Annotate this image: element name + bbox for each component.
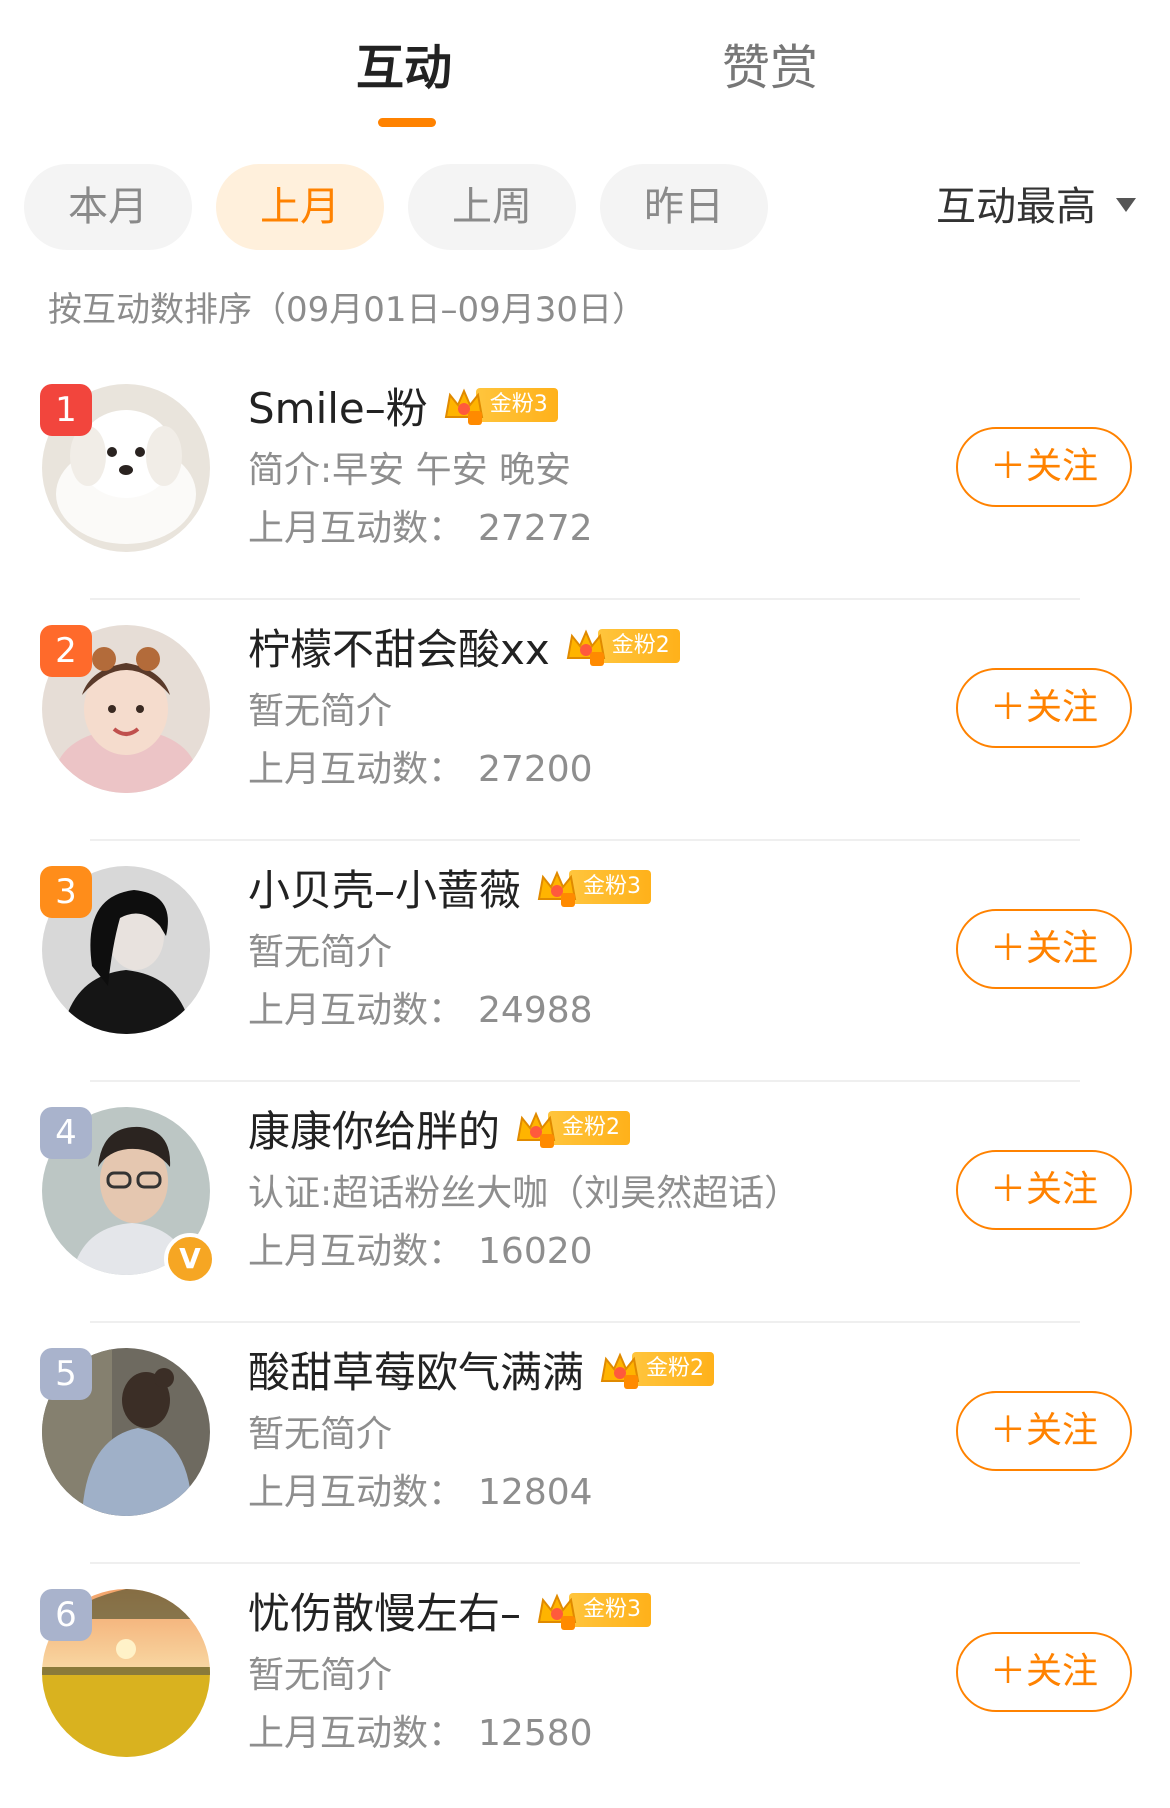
follow-button[interactable]: ＋关注 (956, 1150, 1132, 1230)
active-tab-indicator (378, 118, 436, 127)
list-item[interactable]: 5 酸甜草莓欧气满满 金粉2 暂无简介 上月互动数： 12804 ＋关注 (0, 1326, 1170, 1567)
period-filter: 本月 上月 上周 昨日 互动最高 (0, 164, 1170, 250)
interaction-count-label: 上月互动数： (248, 1472, 465, 1513)
user-name[interactable]: 酸甜草莓欧气满满 (248, 1339, 584, 1400)
tab-reward[interactable]: 赞赏 (722, 36, 818, 100)
sort-hint: 按互动数排序（09月01日–09月30日） (48, 290, 647, 330)
fan-level-label: 金粉2 (548, 1111, 631, 1145)
fan-level-badge: 金粉2 (598, 1350, 715, 1389)
user-bio: 暂无简介 (248, 1414, 393, 1455)
list-item[interactable]: 1 Smile–粉 金粉3 简介:早安 午安 晚安 上月互动数： 27272 ＋关… (0, 362, 1170, 603)
crown-icon (600, 1352, 640, 1389)
list-item[interactable]: 6 忧伤散慢左右– 金粉3 暂无简介 上月互动数： 12580 ＋关注 (0, 1567, 1170, 1808)
crown-icon (537, 870, 577, 907)
sort-dropdown[interactable]: 互动最高 (936, 164, 1136, 250)
interaction-count-label: 上月互动数： (248, 990, 465, 1031)
follow-button[interactable]: ＋关注 (956, 909, 1132, 989)
interaction-count-value: 24988 (478, 990, 593, 1031)
follow-button[interactable]: ＋关注 (956, 1391, 1132, 1471)
rank-badge: 2 (40, 625, 92, 677)
divider (90, 1321, 1080, 1323)
rank-badge: 3 (40, 866, 92, 918)
interaction-count-value: 12804 (478, 1472, 593, 1513)
interaction-count: 上月互动数： 27200 (248, 745, 593, 795)
crown-icon (516, 1111, 556, 1148)
user-bio: 暂无简介 (248, 932, 393, 973)
interaction-count-label: 上月互动数： (248, 508, 465, 549)
rank-badge: 1 (40, 384, 92, 436)
filter-yesterday[interactable]: 昨日 (600, 164, 768, 250)
verified-badge: V (164, 1233, 216, 1285)
follow-button[interactable]: ＋关注 (956, 668, 1132, 748)
fan-level-label: 金粉2 (597, 629, 680, 663)
fan-level-badge: 金粉3 (442, 386, 558, 425)
rank-badge: 4 (40, 1107, 92, 1159)
user-name[interactable]: 小贝壳–小蔷薇 (248, 857, 521, 918)
user-name[interactable]: 忧伤散慢左右– (248, 1580, 521, 1641)
list-item[interactable]: 3 小贝壳–小蔷薇 金粉3 暂无简介 上月互动数： 24988 ＋关注 (0, 844, 1170, 1085)
tab-interaction[interactable]: 互动 (356, 36, 452, 100)
caret-down-icon (1116, 198, 1136, 212)
interaction-count: 上月互动数： 12804 (248, 1468, 593, 1518)
interaction-count-label: 上月互动数： (248, 749, 465, 790)
crown-icon (537, 1593, 577, 1630)
fan-level-label: 金粉3 (569, 1593, 652, 1627)
fan-level-badge: 金粉2 (514, 1109, 631, 1148)
fan-level-label: 金粉2 (632, 1352, 715, 1386)
user-name[interactable]: 柠檬不甜会酸xx (248, 616, 550, 677)
user-bio: 暂无简介 (248, 1655, 393, 1696)
fan-level-badge: 金粉2 (564, 627, 680, 666)
interaction-count-value: 27200 (478, 749, 593, 790)
interaction-count: 上月互动数： 27272 (248, 504, 593, 554)
interaction-count-value: 16020 (478, 1231, 593, 1272)
filter-last-week[interactable]: 上周 (408, 164, 576, 250)
crown-icon (444, 388, 483, 425)
interaction-count: 上月互动数： 12580 (248, 1709, 593, 1759)
follow-button[interactable]: ＋关注 (956, 1632, 1132, 1712)
list-item[interactable]: 2 柠檬不甜会酸xx 金粉2 暂无简介 上月互动数： 27200 ＋关注 (0, 603, 1170, 844)
divider (90, 839, 1080, 841)
list-item[interactable]: 4 V 康康你给胖的 金粉2 认证:超话粉丝大咖（刘昊然超话） 上月互动数： 16… (0, 1085, 1170, 1326)
fan-level-label: 金粉3 (569, 870, 652, 904)
crown-icon (566, 629, 605, 666)
user-name[interactable]: Smile–粉 (248, 375, 428, 436)
user-bio: 认证:超话粉丝大咖（刘昊然超话） (248, 1173, 801, 1214)
filter-this-month[interactable]: 本月 (24, 164, 192, 250)
fan-level-label: 金粉3 (475, 388, 558, 422)
top-tabs: 互动 赞赏 (0, 0, 1170, 140)
interaction-count-label: 上月互动数： (248, 1713, 465, 1754)
rank-badge: 6 (40, 1589, 92, 1641)
fan-level-badge: 金粉3 (535, 1591, 652, 1630)
ranking-list: 1 Smile–粉 金粉3 简介:早安 午安 晚安 上月互动数： 27272 ＋关… (0, 362, 1170, 1808)
interaction-count-value: 12580 (478, 1713, 593, 1754)
follow-button[interactable]: ＋关注 (956, 427, 1132, 507)
user-bio: 简介:早安 午安 晚安 (248, 450, 572, 491)
interaction-count-value: 27272 (478, 508, 593, 549)
interaction-count-label: 上月互动数： (248, 1231, 465, 1272)
divider (90, 598, 1080, 600)
divider (90, 1562, 1080, 1564)
fan-level-badge: 金粉3 (535, 868, 652, 907)
rank-badge: 5 (40, 1348, 92, 1400)
interaction-count: 上月互动数： 24988 (248, 986, 593, 1036)
divider (90, 1080, 1080, 1082)
user-bio: 暂无简介 (248, 691, 393, 732)
user-name[interactable]: 康康你给胖的 (248, 1098, 500, 1159)
sort-dropdown-label: 互动最高 (936, 184, 1096, 230)
filter-last-month[interactable]: 上月 (216, 164, 384, 250)
interaction-count: 上月互动数： 16020 (248, 1227, 593, 1277)
